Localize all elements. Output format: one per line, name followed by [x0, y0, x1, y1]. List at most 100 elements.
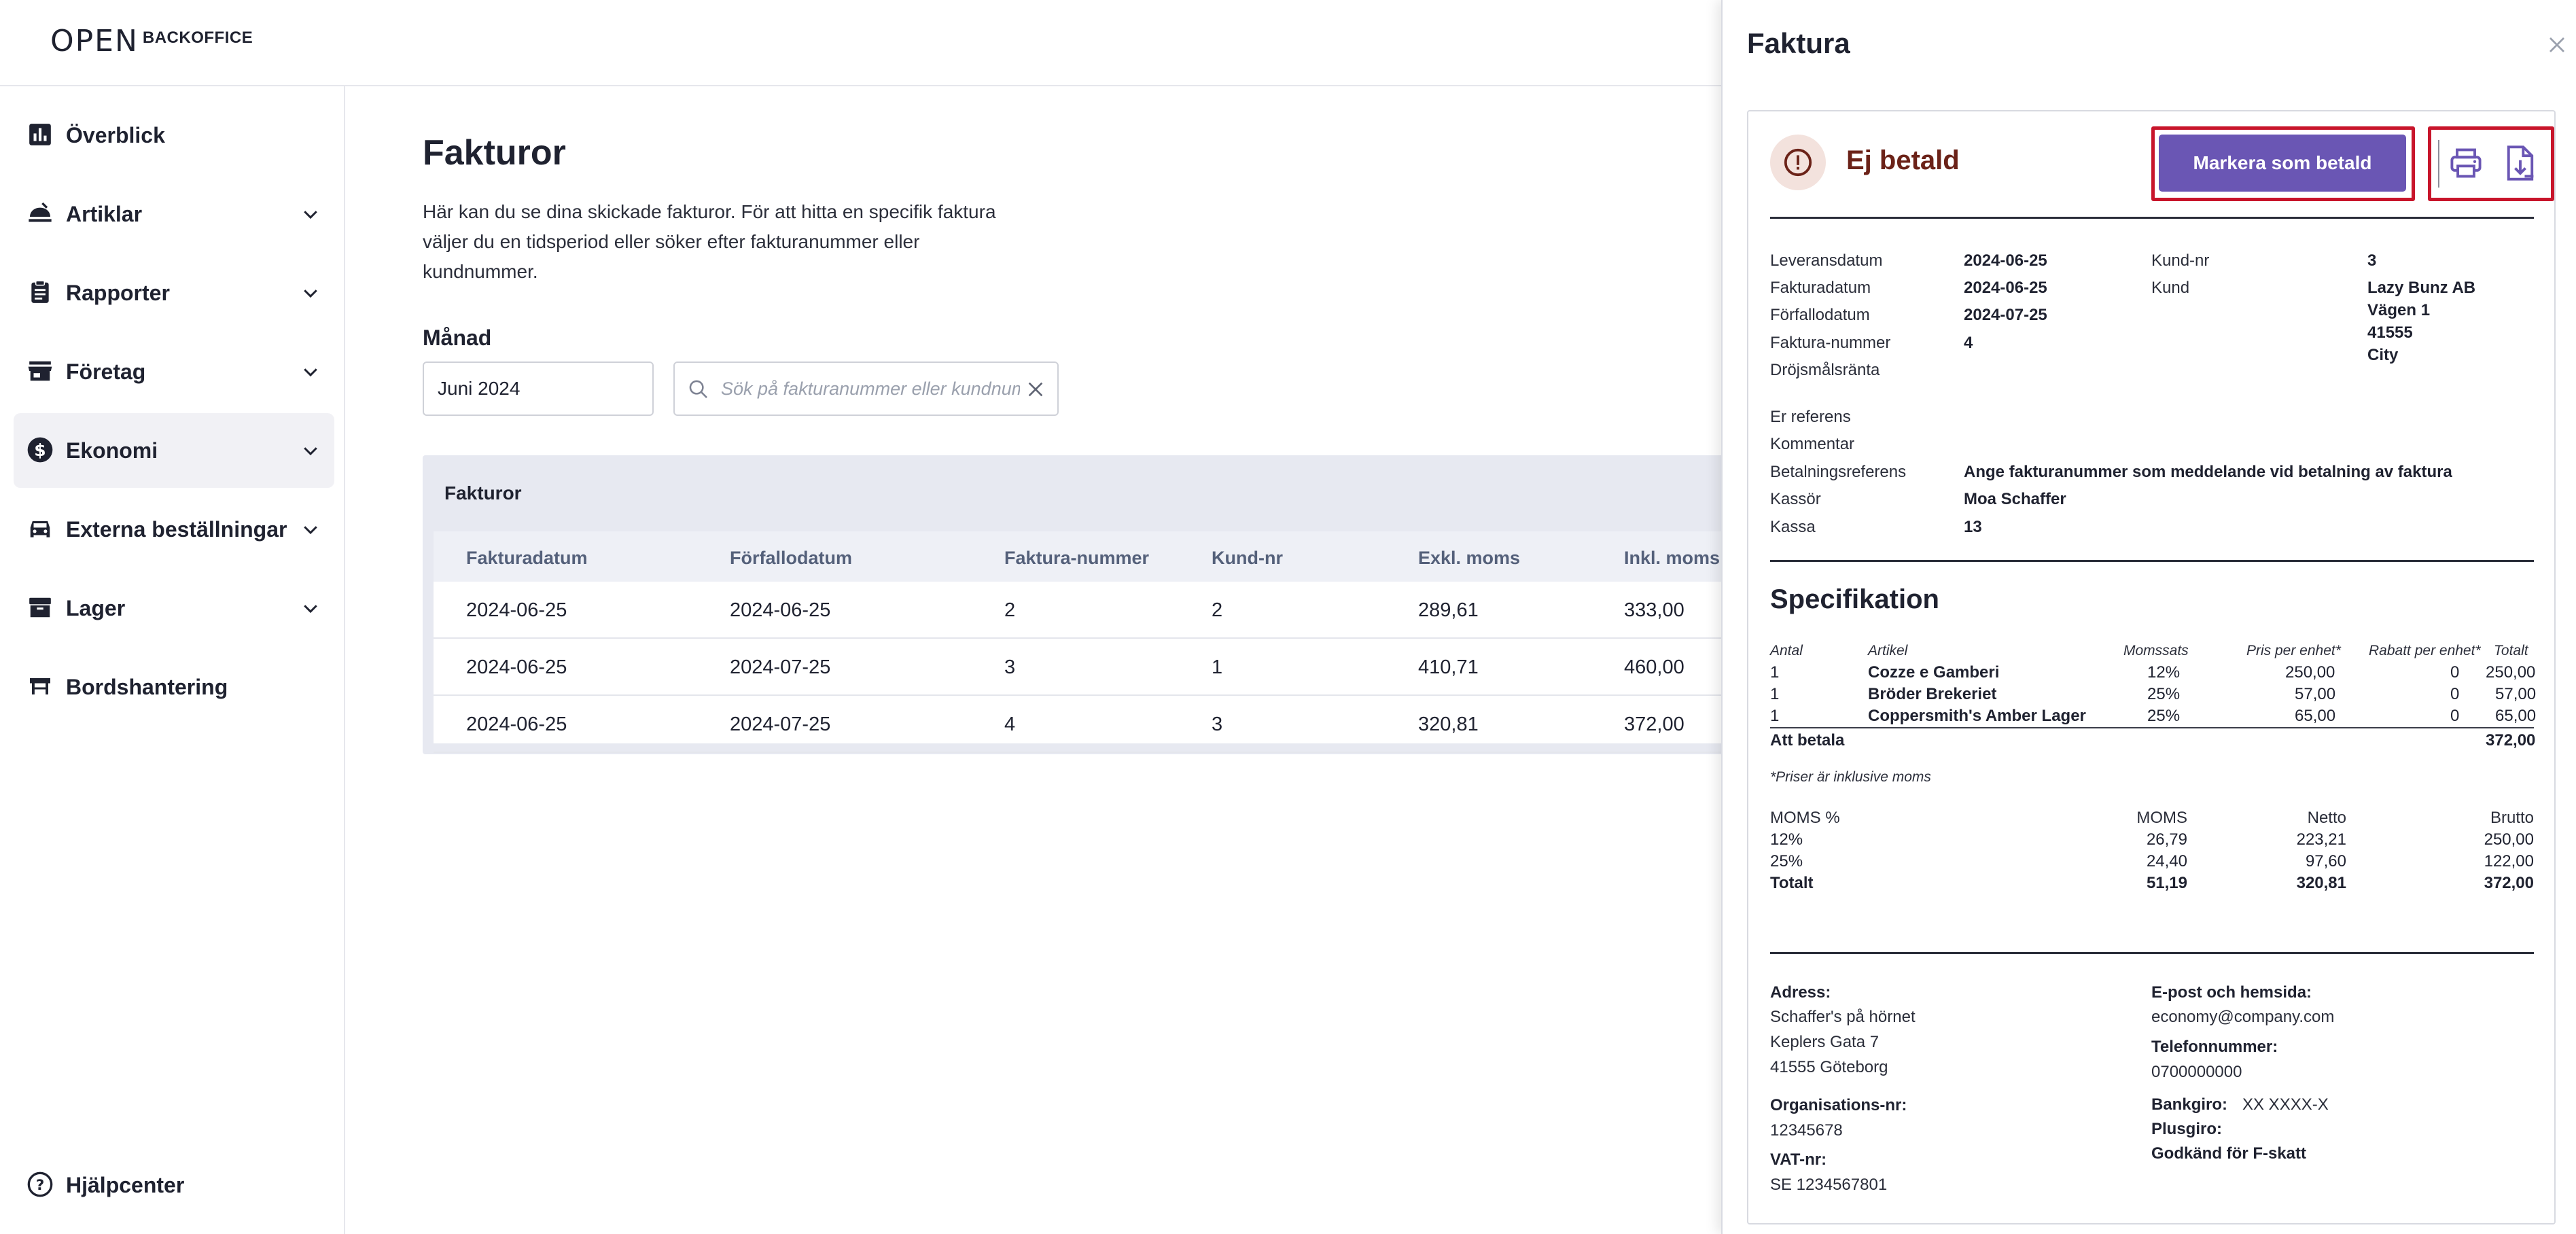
sidebar-item-label: Bordshantering: [66, 674, 228, 699]
sidebar-item-rapporter[interactable]: Rapporter: [14, 255, 334, 330]
email-label: E-post och hemsida:: [2151, 983, 2312, 1002]
vat-number: SE 1234567801: [1770, 1176, 1888, 1194]
column-header[interactable]: Kund-nr: [1212, 548, 1283, 569]
phone-label: Telefonnummer:: [2151, 1038, 2278, 1056]
spec-cell: 0: [2450, 707, 2460, 725]
customer-line: Vägen 1: [2367, 301, 2431, 319]
sidebar-item-foretag[interactable]: Företag: [14, 334, 334, 409]
vat-header: MOMS %: [1770, 809, 1840, 827]
spec-header: Rabatt per enhet*: [2369, 643, 2481, 658]
alert-icon: [1770, 135, 1826, 190]
svg-text:$: $: [34, 440, 46, 460]
detail-value: 2024-07-25: [1964, 306, 2047, 324]
spec-cell: 1: [1770, 707, 1780, 725]
table-cell: 2024-06-25: [730, 599, 831, 621]
plusgiro-label: Plusgiro:: [2151, 1120, 2223, 1138]
table-cell: 2: [1004, 599, 1016, 621]
detail-label: Leveransdatum: [1770, 251, 1883, 270]
download-pdf-icon[interactable]: [2503, 144, 2538, 182]
spec-header: Totalt: [2494, 643, 2528, 658]
close-icon[interactable]: [1025, 378, 1046, 400]
page-description: Här kan du se dina skickade fakturor. Fö…: [423, 201, 996, 282]
close-icon[interactable]: [2543, 31, 2571, 58]
table-cell: 2024-07-25: [730, 713, 831, 735]
detail-label: Kassa: [1770, 518, 1816, 536]
vat-total-cell: 372,00: [2484, 874, 2534, 892]
spec-header: Antal: [1770, 643, 1803, 658]
table-row[interactable]: 2024-06-25 2024-06-25 2 2 289,61 333,00: [434, 582, 1721, 639]
spec-cell: 25%: [2147, 685, 2181, 703]
table-row[interactable]: 2024-06-25 2024-07-25 4 3 320,81 372,00: [434, 696, 1721, 753]
spec-header: Pris per enhet*: [2246, 643, 2341, 658]
address-line: Keplers Gata 7: [1770, 1033, 1880, 1051]
sidebar: Överblick Artiklar Rapporter Företag $ E…: [0, 86, 345, 1234]
clipboard-icon: [26, 278, 54, 306]
detail-label: Kommentar: [1770, 435, 1855, 453]
vat-header: Brutto: [2490, 809, 2534, 827]
mark-as-paid-button[interactable]: Markera som betald: [2159, 135, 2406, 192]
invoice-drawer: Faktura Ej betald Markera som betald Lev…: [1721, 0, 2576, 1234]
table-header: Fakturadatum Förfallodatum Faktura-numme…: [434, 531, 1721, 582]
logo-word: BACKOFFICE: [142, 29, 253, 47]
app-logo[interactable]: OPEN BACKOFFICE: [50, 24, 253, 58]
table-cell: 372,00: [1624, 713, 1684, 735]
email-value: economy@company.com: [2151, 1008, 2335, 1026]
detail-label: Faktura-nummer: [1770, 334, 1891, 352]
chevron-down-icon: [304, 605, 317, 614]
spec-cell: Bröder Brekeriet: [1868, 685, 1997, 703]
spec-total-label: Att betala: [1770, 731, 1845, 750]
main-content: Fakturor Här kan du se dina skickade fak…: [347, 86, 1721, 1234]
table-cell: 2: [1212, 599, 1223, 621]
table-cell: 3: [1212, 713, 1223, 735]
sidebar-item-overblick[interactable]: Överblick: [14, 98, 334, 173]
customer-line: City: [2367, 346, 2399, 364]
column-header[interactable]: Faktura-nummer: [1004, 548, 1149, 569]
top-bar: OPEN BACKOFFICE: [0, 0, 1721, 86]
sidebar-item-artiklar[interactable]: Artiklar: [14, 177, 334, 251]
sidebar-item-label: Ekonomi: [66, 438, 158, 463]
sidebar-item-bordshantering[interactable]: Bordshantering: [14, 650, 334, 724]
table-cell: 2024-07-25: [730, 656, 831, 678]
detail-label: Fakturadatum: [1770, 279, 1871, 297]
customer-line: 41555: [2367, 323, 2413, 342]
table-cell: 410,71: [1418, 656, 1479, 678]
divider: [1770, 217, 2534, 219]
sidebar-item-lager[interactable]: Lager: [14, 571, 334, 646]
spec-cell: 65,00: [2295, 707, 2336, 725]
month-picker[interactable]: [423, 362, 654, 416]
column-header[interactable]: Förfallodatum: [730, 548, 852, 569]
help-center-link[interactable]: ? Hjälpcenter: [14, 1148, 334, 1222]
spec-cell: 0: [2450, 685, 2460, 703]
table-row[interactable]: 2024-06-25 2024-07-25 3 1 410,71 460,00: [434, 639, 1721, 696]
spec-total-value: 372,00: [2486, 731, 2536, 750]
detail-label: Er referens: [1770, 408, 1851, 426]
spec-cell: Cozze e Gamberi: [1868, 663, 2000, 682]
detail-label: Betalningsreferens: [1770, 463, 1907, 481]
dollar-icon: $: [26, 436, 54, 464]
help-center-label: Hjälpcenter: [66, 1172, 185, 1197]
vat-cell: 97,60: [2305, 852, 2346, 870]
print-icon[interactable]: [2448, 145, 2484, 181]
vat-total-cell: Totalt: [1770, 874, 1814, 892]
table-cell: 2024-06-25: [466, 656, 567, 678]
chevron-down-icon: [304, 526, 317, 535]
sidebar-item-ekonomi[interactable]: $ Ekonomi: [14, 413, 334, 488]
detail-value: Ange fakturanummer som meddelande vid be…: [1964, 463, 2452, 481]
column-header[interactable]: Exkl. moms: [1418, 548, 1520, 569]
divider: [1770, 560, 2534, 562]
address-line: 41555 Göteborg: [1770, 1058, 1888, 1076]
sidebar-item-label: Överblick: [66, 122, 165, 147]
search-box: [673, 362, 1059, 416]
sidebar-item-label: Externa beställningar: [66, 516, 287, 542]
f-tax-label: Godkänd för F-skatt: [2151, 1144, 2307, 1163]
column-header[interactable]: Fakturadatum: [466, 548, 588, 569]
price-note: *Priser är inklusive moms: [1770, 769, 1931, 785]
archive-icon: [26, 593, 54, 622]
search-input[interactable]: [721, 370, 1020, 408]
column-header[interactable]: Inkl. moms: [1624, 548, 1720, 569]
sidebar-item-externa-bestallningar[interactable]: Externa beställningar: [14, 492, 334, 567]
chevron-down-icon: [304, 211, 317, 219]
table-cell: 4: [1004, 713, 1016, 735]
spec-header: Artikel: [1868, 643, 1908, 658]
table-cell: 1: [1212, 656, 1223, 678]
